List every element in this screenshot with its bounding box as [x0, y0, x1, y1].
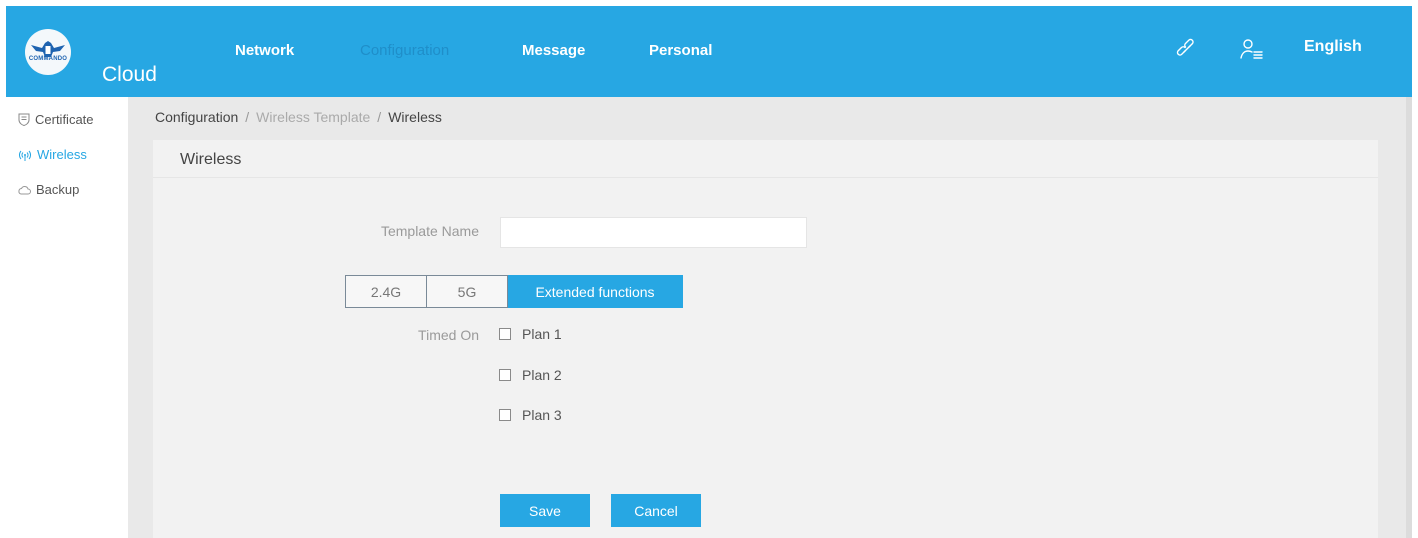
- link-icon[interactable]: [1176, 38, 1198, 65]
- tab-5g[interactable]: 5G: [427, 275, 508, 308]
- sidebar-item-certificate[interactable]: Certificate: [18, 112, 94, 127]
- plan-2-option[interactable]: Plan 2: [499, 367, 562, 383]
- cloud-icon: [18, 185, 31, 194]
- template-name-input[interactable]: [500, 217, 807, 248]
- plan-label: Plan 1: [522, 326, 562, 342]
- wireless-panel: Wireless Template Name 2.4G 5G Extended …: [153, 140, 1378, 538]
- scrollbar[interactable]: [1406, 97, 1412, 538]
- nav-personal[interactable]: Personal: [649, 42, 712, 59]
- breadcrumb-separator: /: [245, 109, 250, 125]
- nav-message[interactable]: Message: [522, 42, 585, 59]
- top-header: COMMANDO Cloud Network Configuration Mes…: [6, 6, 1412, 97]
- nav-configuration[interactable]: Configuration: [360, 42, 449, 59]
- logo-text: COMMANDO: [28, 56, 68, 62]
- plan-2-checkbox[interactable]: [499, 369, 511, 381]
- tab-2-4g[interactable]: 2.4G: [345, 275, 427, 308]
- sidebar-item-wireless[interactable]: Wireless: [18, 147, 87, 162]
- logo[interactable]: COMMANDO: [25, 29, 71, 75]
- plan-3-checkbox[interactable]: [499, 409, 511, 421]
- divider: [153, 177, 1378, 178]
- breadcrumb: Configuration / Wireless Template / Wireless: [155, 109, 442, 125]
- brand-name: Cloud: [102, 63, 157, 86]
- breadcrumb-configuration[interactable]: Configuration: [155, 109, 238, 125]
- breadcrumb-wireless-template[interactable]: Wireless Template: [256, 109, 370, 125]
- sidebar-item-backup[interactable]: Backup: [18, 182, 79, 197]
- main-content: Configuration / Wireless Template / Wireless…: [128, 97, 1412, 538]
- sidebar: Certificate Wireless Backup: [6, 97, 128, 538]
- plan-3-option[interactable]: Plan 3: [499, 407, 562, 423]
- plan-label: Plan 2: [522, 367, 562, 383]
- cancel-button[interactable]: Cancel: [611, 494, 701, 527]
- wireless-icon: [19, 150, 31, 161]
- band-tabs: 2.4G 5G Extended functions: [345, 275, 683, 308]
- plan-label: Plan 3: [522, 407, 562, 423]
- save-button[interactable]: Save: [500, 494, 590, 527]
- user-list-icon[interactable]: [1240, 38, 1264, 65]
- timed-on-label: Timed On: [418, 327, 479, 343]
- sidebar-item-label: Wireless: [37, 147, 87, 162]
- plan-1-checkbox[interactable]: [499, 328, 511, 340]
- breadcrumb-wireless: Wireless: [388, 109, 442, 125]
- template-name-label: Template Name: [380, 223, 479, 239]
- tab-extended-functions[interactable]: Extended functions: [508, 275, 683, 308]
- sidebar-item-label: Backup: [36, 182, 80, 197]
- panel-title: Wireless: [180, 151, 242, 168]
- language-selector[interactable]: English: [1304, 38, 1362, 56]
- nav-network[interactable]: Network: [235, 42, 294, 59]
- sidebar-item-label: Certificate: [35, 112, 94, 127]
- breadcrumb-separator: /: [377, 109, 382, 125]
- eagle-logo-icon: [31, 41, 65, 57]
- shield-icon: [18, 113, 30, 126]
- plan-1-option[interactable]: Plan 1: [499, 326, 562, 342]
